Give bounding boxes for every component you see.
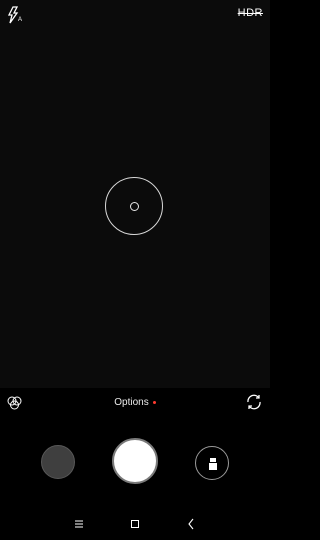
- shutter-mode-icon: [209, 458, 217, 470]
- focus-center-icon: [130, 202, 139, 211]
- options-indicator-dot: [152, 400, 156, 404]
- hdr-toggle[interactable]: HDR: [238, 7, 263, 19]
- svg-text:A: A: [18, 17, 22, 23]
- home-icon[interactable]: [127, 516, 143, 532]
- options-button[interactable]: Options: [0, 397, 270, 408]
- switch-camera-icon[interactable]: [245, 393, 263, 411]
- shutter-mode-button[interactable]: [195, 446, 229, 480]
- system-navigation-bar: [0, 508, 270, 540]
- gallery-thumbnail[interactable]: [41, 445, 75, 479]
- options-label: Options: [114, 397, 149, 408]
- back-icon[interactable]: [183, 516, 199, 532]
- flash-auto-icon[interactable]: A: [7, 6, 25, 24]
- shutter-button[interactable]: [112, 438, 158, 484]
- menu-icon[interactable]: [71, 516, 87, 532]
